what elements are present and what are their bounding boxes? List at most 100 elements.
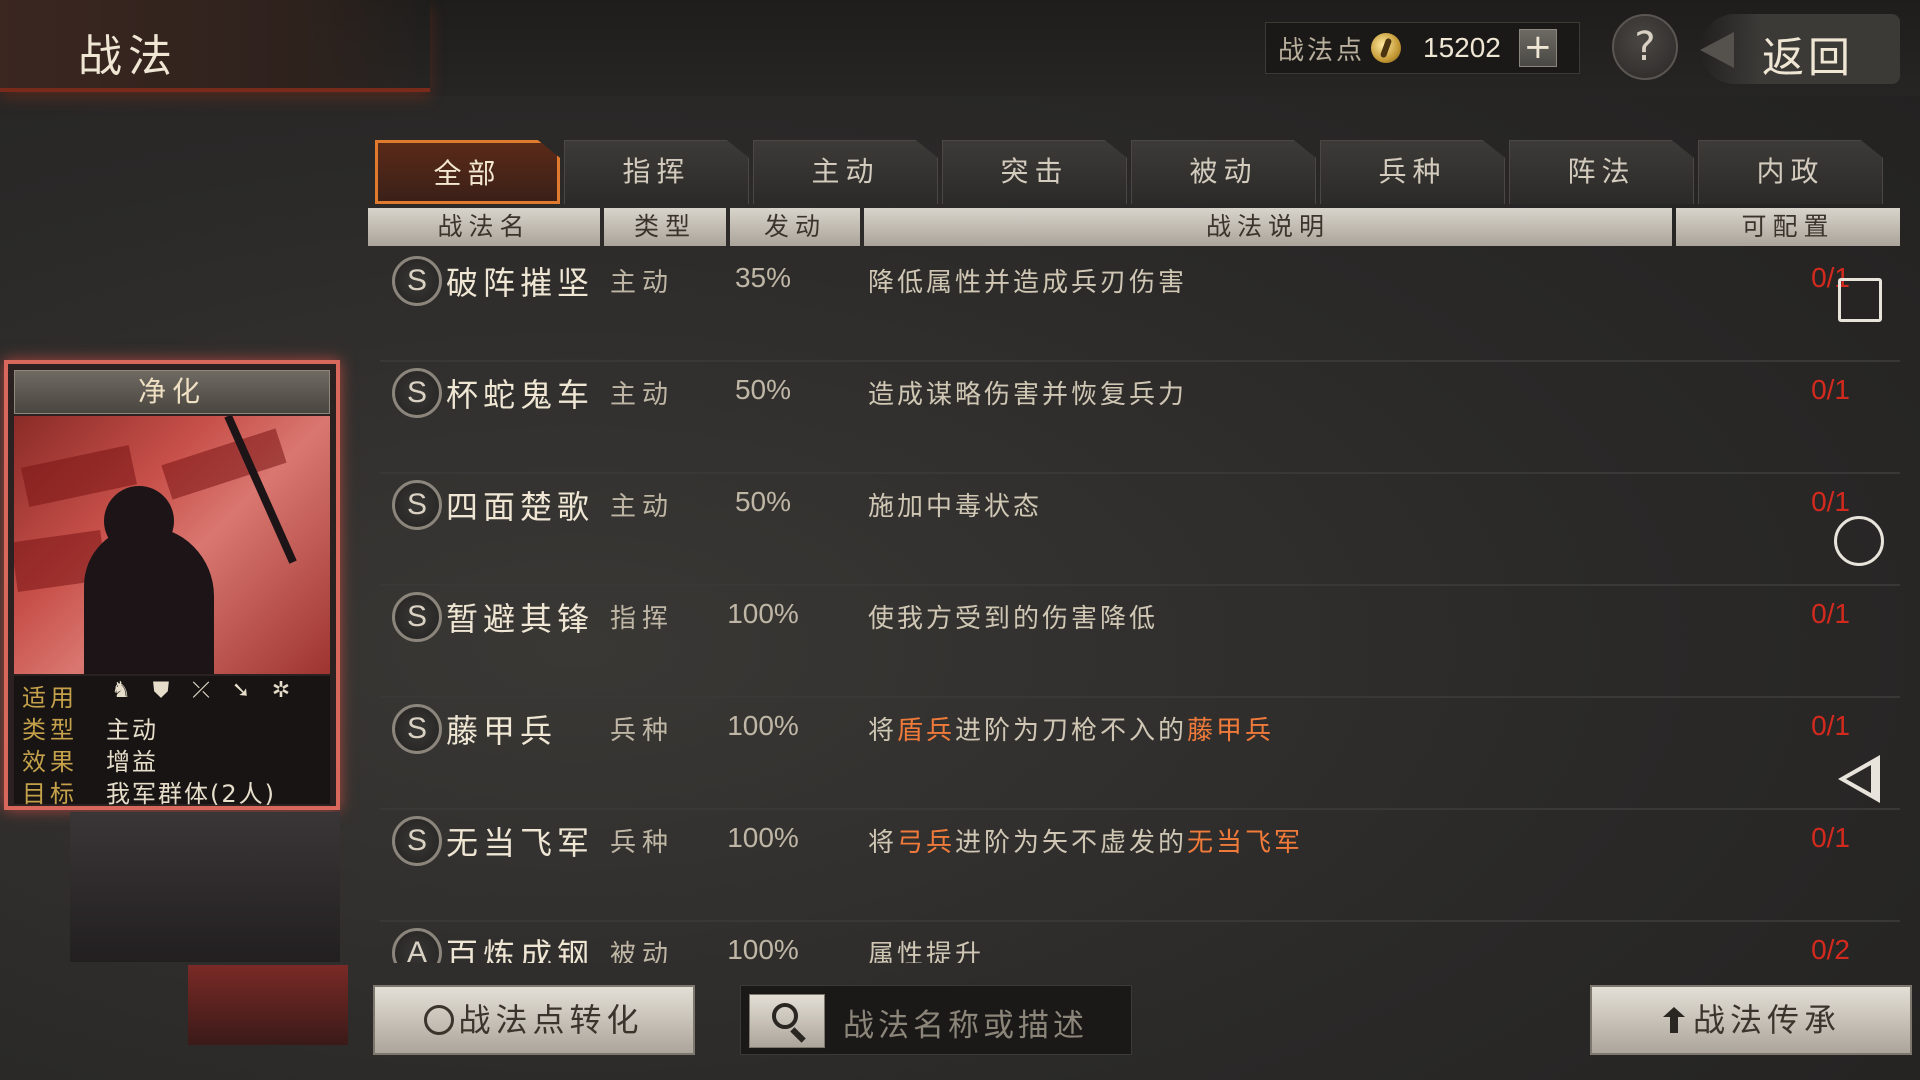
tab-all[interactable]: 全部 <box>375 140 560 204</box>
skill-points-value: 15202 <box>1423 32 1501 63</box>
skill-config-count: 0/1 <box>1811 486 1850 517</box>
shield-icon: ⛊ <box>152 678 170 703</box>
skill-config-count: 0/1 <box>1811 598 1850 629</box>
home-icon[interactable] <box>1834 516 1884 566</box>
skill-config-count: 0/1 <box>1811 822 1850 853</box>
desc-text: 进阶为刀枪不入的 <box>955 716 1188 746</box>
skill-name: 四面楚歌 <box>446 488 595 526</box>
column-header-name[interactable]: 战法名 <box>368 208 600 246</box>
tab-internal[interactable]: 内政 <box>1698 140 1883 204</box>
grade-badge: S <box>392 592 442 642</box>
grade-badge: S <box>392 816 442 866</box>
art-banner <box>161 428 287 500</box>
title-plate <box>0 0 430 92</box>
inherit-skill-button[interactable]: 战法传承 <box>1590 985 1912 1055</box>
skill-row[interactable]: S 破阵摧坚 主动 35% 降低属性并造成兵刃伤害 0/1 <box>380 250 1900 362</box>
skill-description: 将盾兵进阶为刀枪不入的藤甲兵 <box>868 710 1274 747</box>
column-header-rate[interactable]: 发动 <box>730 208 860 246</box>
tab-assault[interactable]: 突击 <box>942 140 1127 204</box>
skill-trigger-rate: 100% <box>727 822 799 853</box>
skill-description: 使我方受到的伤害降低 <box>868 598 1158 635</box>
info-target: 目标 我军群体(2人) <box>14 772 330 808</box>
tab-command[interactable]: 指挥 <box>564 140 749 204</box>
desc-text: 将 <box>868 828 898 858</box>
convert-label: 战法点转化 <box>458 1001 644 1039</box>
info-type: 类型 主动 <box>14 708 330 744</box>
page-title: 战法 <box>78 31 178 82</box>
grade-badge: A <box>392 928 442 963</box>
troop-icons: ♞ ⛊ ⤫ ➘ ✲ <box>106 678 306 704</box>
skill-description: 降低属性并造成兵刃伤害 <box>868 262 1187 299</box>
column-header-type[interactable]: 类型 <box>604 208 726 246</box>
skill-type: 兵种 <box>610 716 675 746</box>
skill-points-coin-icon <box>1371 33 1402 63</box>
convert-points-button[interactable]: 战法点转化 <box>373 985 695 1055</box>
recent-apps-icon[interactable] <box>1838 278 1882 322</box>
column-header-description: 战法说明 <box>864 208 1672 246</box>
background-card-art <box>188 965 348 1045</box>
grade-badge: S <box>392 480 442 530</box>
grade-badge: S <box>392 368 442 418</box>
tab-formation[interactable]: 阵法 <box>1509 140 1694 204</box>
info-applies: 适用 ♞ ⛊ ⤫ ➘ ✲ <box>14 676 330 712</box>
search-field[interactable]: 战法名称或描述 <box>740 985 1132 1055</box>
skill-config-count: 0/1 <box>1811 374 1850 405</box>
card-info: 适用 ♞ ⛊ ⤫ ➘ ✲ 类型 主动 效果 增益 目标 我军群体(2人) <box>14 676 330 808</box>
skill-row[interactable]: A 百炼成钢 被动 100% 属性提升 0/2 <box>380 922 1900 963</box>
search-placeholder: 战法名称或描述 <box>843 1008 1088 1044</box>
add-points-button[interactable]: + <box>1518 29 1557 67</box>
skill-trigger-rate: 50% <box>734 486 792 517</box>
desc-highlight: 藤甲兵 <box>1187 716 1275 746</box>
desc-highlight: 弓兵 <box>897 828 956 858</box>
skill-name: 无当飞军 <box>446 824 595 862</box>
tab-passive[interactable]: 被动 <box>1131 140 1316 204</box>
skill-row[interactable]: S 暂避其锋 指挥 100% 使我方受到的伤害降低 0/1 <box>380 586 1900 698</box>
back-arrow-icon <box>1700 32 1734 68</box>
spear-icon: ➘ <box>231 678 251 703</box>
target-key: 目标 <box>22 780 78 808</box>
skill-type: 指挥 <box>610 604 675 634</box>
tab-troop[interactable]: 兵种 <box>1320 140 1505 204</box>
desc-highlight: 无当飞军 <box>1187 828 1304 858</box>
skill-name: 杯蛇鬼车 <box>446 376 595 414</box>
skill-trigger-rate: 100% <box>727 934 799 963</box>
skill-name: 暂避其锋 <box>446 600 595 638</box>
skill-type: 主动 <box>610 380 675 410</box>
skill-name: 破阵摧坚 <box>446 264 595 302</box>
skill-row[interactable]: S 藤甲兵 兵种 100% 将盾兵进阶为刀枪不入的藤甲兵 0/1 <box>380 698 1900 810</box>
target-value: 我军群体(2人) <box>106 780 276 808</box>
skill-config-count: 0/1 <box>1811 710 1850 741</box>
skill-points-display: 战法点 15202 + <box>1265 22 1580 74</box>
help-button[interactable]: ? <box>1612 14 1678 80</box>
skill-type: 主动 <box>610 492 675 522</box>
skill-row[interactable]: S 无当飞军 兵种 100% 将弓兵进阶为矢不虚发的无当飞军 0/1 <box>380 810 1900 922</box>
desc-text: 使我方受到的伤害降低 <box>868 604 1159 634</box>
card-artwork <box>14 416 330 674</box>
info-effect: 效果 增益 <box>14 740 330 776</box>
tab-active[interactable]: 主动 <box>753 140 938 204</box>
skill-description: 施加中毒状态 <box>868 486 1042 523</box>
skill-points-label: 战法点 <box>1278 35 1366 66</box>
grade-badge: S <box>392 704 442 754</box>
back-label: 返回 <box>1762 33 1855 82</box>
skill-trigger-rate: 35% <box>734 262 792 293</box>
selected-skill-card[interactable]: 净化 适用 ♞ ⛊ ⤫ ➘ ✲ 类型 主动 效果 增益 目标 我军群体(2人) <box>4 360 340 810</box>
column-header-configurable[interactable]: 可配置 <box>1676 208 1900 246</box>
desc-text: 施加中毒状态 <box>868 492 1043 522</box>
search-handle <box>790 1027 806 1043</box>
skill-name: 百炼成钢 <box>446 936 595 963</box>
search-icon[interactable] <box>749 994 825 1048</box>
skill-row[interactable]: S 四面楚歌 主动 50% 施加中毒状态 0/1 <box>380 474 1900 586</box>
back-button[interactable]: 返回 <box>1700 14 1900 84</box>
art-warrior-body <box>84 526 214 674</box>
skill-type: 被动 <box>610 940 675 963</box>
skill-row[interactable]: S 杯蛇鬼车 主动 50% 造成谋略伤害并恢复兵力 0/1 <box>380 362 1900 474</box>
desc-text: 造成谋略伤害并恢复兵力 <box>868 380 1188 410</box>
grade-badge: S <box>392 256 442 306</box>
convert-icon <box>424 1005 455 1035</box>
desc-highlight: 盾兵 <box>897 716 956 746</box>
desc-text: 属性提升 <box>868 940 985 963</box>
category-tabs: 全部 指挥 主动 突击 被动 兵种 阵法 内政 <box>375 140 1887 204</box>
skill-trigger-rate: 100% <box>727 598 799 629</box>
skill-name: 藤甲兵 <box>446 712 558 750</box>
